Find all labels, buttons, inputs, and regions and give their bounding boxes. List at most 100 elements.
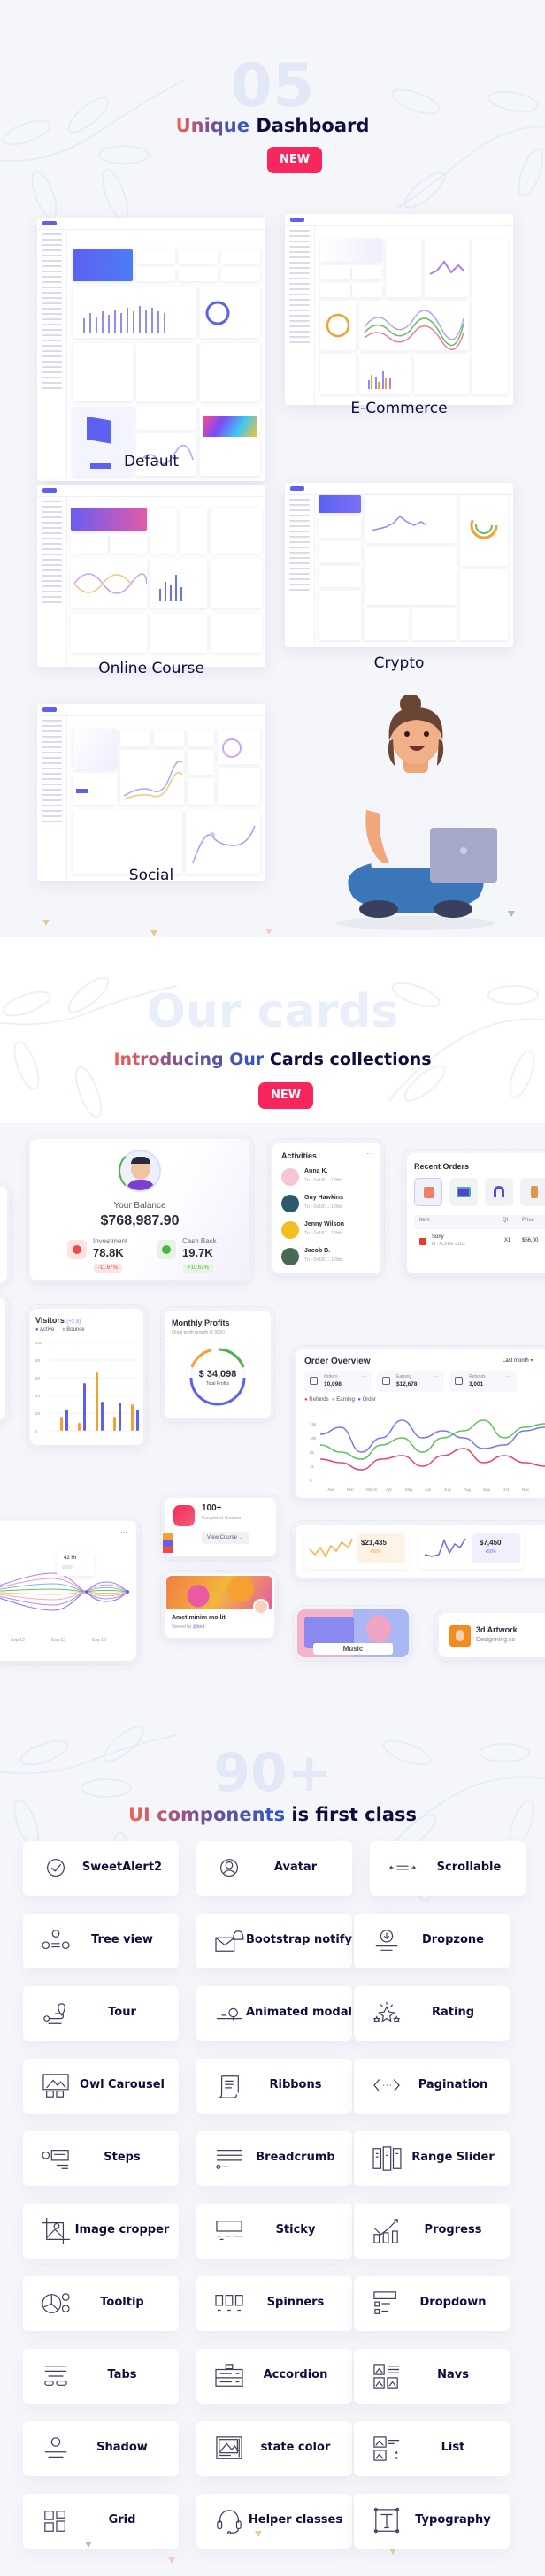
investment-value: 78.8K bbox=[93, 1246, 124, 1259]
series-line-refunds bbox=[319, 1448, 545, 1471]
hand-money-icon bbox=[382, 1377, 390, 1385]
period-dropdown[interactable]: Last month ▾ bbox=[503, 1357, 533, 1364]
activity-item[interactable]: Jacob B. To : 0x187...12bb bbox=[281, 1247, 373, 1268]
artwork-card[interactable]: 3d Artwork Designning.co bbox=[434, 1609, 545, 1662]
component-tile-owl-carousel[interactable]: Owl Carousel bbox=[23, 2059, 179, 2114]
heading-accent: Introducing Our bbox=[113, 1050, 265, 1069]
visitors-change: (+2.8) bbox=[66, 1319, 81, 1325]
nav-images-icon bbox=[373, 2364, 400, 2389]
component-label: Shadow bbox=[96, 2441, 148, 2454]
order-qty: X1 bbox=[504, 1238, 511, 1243]
more-icon[interactable]: ··· bbox=[434, 1374, 439, 1380]
x-tick-label: Feb bbox=[347, 1487, 354, 1492]
dashboard-preview-social[interactable] bbox=[37, 704, 265, 881]
component-label: Typography bbox=[415, 2513, 491, 2526]
steps-icon bbox=[42, 2150, 69, 2169]
activity-item[interactable]: Jenny Wilson To : 0x187...12bb bbox=[281, 1220, 373, 1242]
component-tile-tour[interactable]: Tour bbox=[23, 1986, 179, 2041]
activity-item[interactable]: Anna K. To : 0x187...12bb bbox=[281, 1167, 373, 1189]
more-icon[interactable]: ··· bbox=[366, 1150, 373, 1158]
dashboard-preview-online-course[interactable] bbox=[37, 485, 265, 667]
component-tile-ribbons[interactable]: Ribbons bbox=[196, 2059, 352, 2114]
heading-rest: is first class bbox=[291, 1804, 417, 1825]
component-label: Sticky bbox=[275, 2223, 316, 2236]
profits-subtitle: (Total profit growth of 30%) bbox=[172, 1330, 225, 1335]
component-tile-breadcrumb[interactable]: Breadcrumb bbox=[196, 2131, 352, 2186]
oo-legend: ● Refunds ● Earning ● Order bbox=[304, 1397, 376, 1403]
activities-card: Activities ··· Anna K. To : 0x187...12bb… bbox=[268, 1138, 385, 1278]
section-heading: UI components is first class bbox=[0, 1804, 545, 1825]
product-thumb-headphones[interactable] bbox=[485, 1178, 513, 1206]
more-icon[interactable]: ··· bbox=[361, 1374, 366, 1380]
image-list-icon bbox=[373, 2436, 400, 2461]
component-label: Dropdown bbox=[419, 2296, 487, 2309]
activity-item[interactable]: Guy Hawkins To : 0x187...12bb bbox=[281, 1194, 373, 1215]
component-label: SweetAlert2 bbox=[81, 1861, 163, 1874]
order-item-name: Sony bbox=[432, 1234, 444, 1240]
component-tile-list[interactable]: List bbox=[354, 2421, 510, 2476]
component-label: Tabs bbox=[107, 2368, 137, 2381]
component-tile-scrollable[interactable]: Scrollable bbox=[370, 1841, 526, 1896]
section-big-text: 90+ bbox=[213, 1742, 332, 1804]
component-tile-steps[interactable]: Steps bbox=[23, 2131, 179, 2186]
order-stat-card: Refunds 3,001 ··· bbox=[449, 1371, 517, 1392]
component-tile-pagination[interactable]: Pagination bbox=[354, 2059, 510, 2114]
component-tile-range-slider[interactable]: Range Slider bbox=[354, 2131, 510, 2186]
component-tile-shadow[interactable]: Shadow bbox=[23, 2421, 179, 2476]
product-thumb-chair[interactable] bbox=[520, 1178, 545, 1206]
component-tile-dropzone[interactable]: Dropzone bbox=[354, 1914, 510, 1968]
completed-courses-card: 100+ Completed Courses View Course → bbox=[160, 1494, 280, 1561]
component-tile-state-color[interactable]: state color bbox=[196, 2421, 352, 2476]
dashboard-preview-default[interactable] bbox=[37, 218, 265, 481]
component-tile-grid[interactable]: Grid bbox=[23, 2494, 179, 2549]
dashboard-preview-crypto[interactable] bbox=[285, 483, 513, 647]
tabs-icon bbox=[44, 2366, 67, 2386]
component-tile-accordion[interactable]: Accordion bbox=[196, 2349, 352, 2404]
preview-sidebar bbox=[37, 230, 67, 481]
component-tile-animated-modal[interactable]: Animated modal bbox=[196, 1986, 352, 2041]
component-tile-navs[interactable]: Navs bbox=[354, 2349, 510, 2404]
order-item-id: Id : #CFDE-2163 bbox=[432, 1242, 465, 1247]
nft-card[interactable]: Amet minim mollit Owned by @tout bbox=[160, 1570, 279, 1642]
component-tile-tabs[interactable]: Tabs bbox=[23, 2349, 179, 2404]
product-thumb-tv[interactable] bbox=[449, 1178, 478, 1206]
component-tile-bootstrap-notify[interactable]: Bootstrap notify bbox=[196, 1914, 352, 1968]
component-tile-sticky[interactable]: Sticky bbox=[196, 2204, 352, 2259]
section-heading: Unique Dashboard bbox=[0, 115, 545, 136]
component-tile-tree-view[interactable]: Tree view bbox=[23, 1914, 179, 1968]
component-tile-image-cropper[interactable]: Image cropper bbox=[23, 2204, 179, 2259]
more-icon[interactable]: ··· bbox=[120, 1528, 127, 1536]
series-line-earning bbox=[319, 1419, 545, 1460]
component-label: Progress bbox=[424, 2223, 482, 2236]
product-thumb-tshirt[interactable] bbox=[414, 1178, 442, 1206]
component-tile-rating[interactable]: Rating bbox=[354, 1986, 510, 2041]
y-tick-label: 5k bbox=[310, 1450, 315, 1455]
visitors-card: Visitors (+2.8) ● Active ● Bounce 0 20 40 6… bbox=[26, 1304, 148, 1449]
component-tile-progress[interactable]: Progress bbox=[354, 2204, 510, 2259]
cashback-change-badge: +10.67% bbox=[183, 1264, 213, 1273]
bar-active bbox=[101, 1402, 104, 1431]
dashboard-preview-ecommerce[interactable] bbox=[285, 214, 513, 405]
dashboard-label-social: Social bbox=[128, 867, 174, 884]
component-tile-helper-classes[interactable]: Helper classes bbox=[196, 2494, 352, 2549]
music-card[interactable]: Music bbox=[293, 1605, 413, 1662]
component-tile-dropdown[interactable]: Dropdown bbox=[354, 2276, 510, 2331]
view-course-button[interactable]: View Course → bbox=[202, 1532, 249, 1544]
component-tile-typography[interactable]: Typography bbox=[354, 2494, 510, 2549]
legend-bounce: ● Bounce bbox=[62, 1327, 85, 1333]
x-tick-label: July bbox=[444, 1487, 452, 1492]
order-stat-card: Orders 10,098 ··· bbox=[304, 1371, 372, 1392]
activity-name: Jacob B. bbox=[304, 1248, 331, 1254]
dashboard-label-default: Default bbox=[123, 453, 180, 470]
component-tile-sweetalert2[interactable]: SweetAlert2 bbox=[23, 1841, 179, 1896]
more-icon[interactable]: ··· bbox=[506, 1374, 511, 1380]
component-label: Steps bbox=[104, 2151, 141, 2164]
component-tile-spinners[interactable]: Spinners bbox=[196, 2276, 352, 2331]
component-tile-tooltip[interactable]: Tooltip bbox=[23, 2276, 179, 2331]
x-tick-label: March bbox=[366, 1487, 378, 1492]
component-tile-avatar[interactable]: Avatar bbox=[196, 1841, 352, 1896]
profits-amount: $ 34,098 bbox=[198, 1369, 237, 1380]
arrow-right-icon: → bbox=[238, 1535, 244, 1540]
avatar bbox=[281, 1221, 299, 1239]
component-label: Dropzone bbox=[421, 1933, 484, 1946]
